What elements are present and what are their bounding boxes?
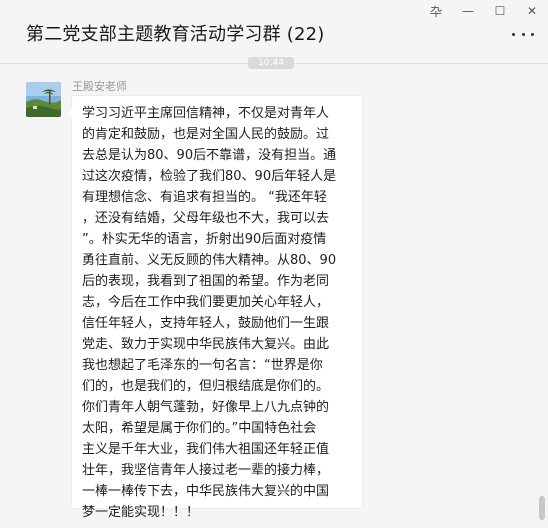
avatar[interactable] <box>26 82 61 117</box>
more-dot <box>512 32 515 36</box>
message-line: 我也想起了毛泽东的一句名言：“世界是你 <box>82 358 323 373</box>
more-dot <box>521 32 525 36</box>
sender-name: 王殿安老师 <box>72 80 127 93</box>
message-line: 太阳，希望是属于你们的。”中国特色社会 <box>82 421 317 436</box>
chat-scrollbar[interactable] <box>539 496 545 520</box>
message-line: 学习习近平主席回信精神，不仅是对青年人 <box>82 106 330 121</box>
window-controls: 卆 — ☐ ✕ <box>420 0 548 22</box>
more-dot <box>531 32 534 36</box>
message-bubble[interactable]: 学习习近平主席回信精神，不仅是对青年人 的肯定和鼓励，也是对全国人民的鼓励。过 … <box>66 95 363 520</box>
message-line: 过这次疫情，检验了我们80、90后年轻人是 <box>82 169 337 184</box>
message-line: 壮年，我坚信青年人接过老一辈的接力棒， <box>82 463 330 478</box>
maximize-icon[interactable]: ☐ <box>484 0 516 22</box>
message-line: 一棒一棒传下去，中华民族伟大复兴的中国 <box>82 484 330 499</box>
message-line: ，还没有结婚，父母年级也不大，我可以去 <box>82 211 330 226</box>
message-line: 后的表现，我看到了祖国的希望。作为老同 <box>82 274 330 289</box>
message-line: 去总是认为80、90后不靠谱，没有担当。通 <box>82 148 337 163</box>
message-line: 主义是千年大业，我们伟大祖国还年轻正值 <box>82 442 330 457</box>
minimize-icon[interactable]: — <box>452 0 484 22</box>
message-line: 信任年轻人，支持年轻人，鼓励他们一生跟 <box>82 316 330 331</box>
more-options-icon[interactable] <box>512 28 534 40</box>
chat-window: 第二党支部主题教育活动学习群 (22) 卆 — ☐ ✕ 10:44 王殿安老师 … <box>0 0 548 528</box>
message-line: 梦一定能实现！！！ <box>82 505 200 520</box>
message-line: 有理想信念、有追求有担当的。 “我还年轻 <box>82 190 327 205</box>
message-line: 你们青年人朝气蓬勃，好像早上八九点钟的 <box>82 400 330 415</box>
message-line: ”。朴实无华的语言，折射出90后面对疫情 <box>82 232 327 247</box>
message-line: 志，今后在工作中我们要更加关心年轻人， <box>82 295 330 310</box>
pin-icon[interactable]: 卆 <box>420 0 452 22</box>
close-icon[interactable]: ✕ <box>516 0 548 22</box>
message-line: 勇往直前、义无反顾的伟大精神。从80、90 <box>82 253 337 268</box>
title-bar: 第二党支部主题教育活动学习群 (22) 卆 — ☐ ✕ <box>0 0 548 64</box>
message-timestamp: 10:44 <box>248 57 294 69</box>
message-line: 党走、致力于实现中华民族伟大复兴。由此 <box>82 337 330 352</box>
chat-title: 第二党支部主题教育活动学习群 (22) <box>26 24 325 45</box>
avatar-landscape-icon <box>26 82 61 117</box>
message-line: 的肯定和鼓励，也是对全国人民的鼓励。过 <box>82 127 330 142</box>
message-line: 们的，也是我们的，但归根结底是你们的。 <box>82 379 330 394</box>
